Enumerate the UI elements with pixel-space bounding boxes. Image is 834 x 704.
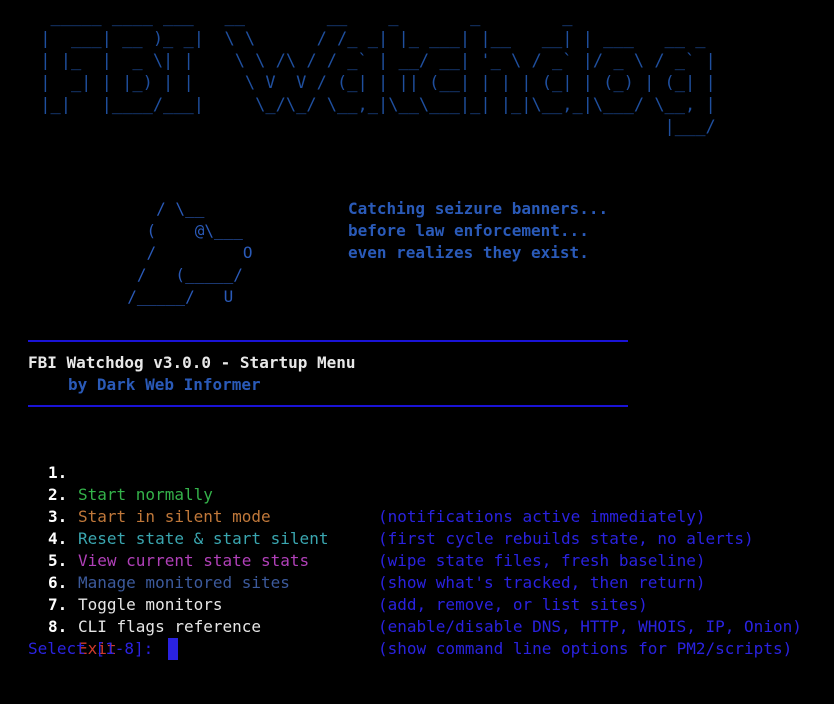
menu-bottom-divider xyxy=(28,405,628,407)
menu-item-cli-flags[interactable]: 7. CLI flags reference (show command lin… xyxy=(48,572,834,658)
startup-menu-list: 1. Start normally (notifications active … xyxy=(48,440,834,658)
selection-prompt: Select [1-8]: xyxy=(28,639,163,658)
menu-item-exit[interactable]: 8. Exit xyxy=(48,594,834,658)
terminal-window: _____ ____ ___ __ __ _ _ _ | ___| __ )_ … xyxy=(0,0,834,669)
ascii-dog-art: / \__ ( @\___ / O / (_____/ /_____/ U xyxy=(127,199,253,306)
menu-top-divider xyxy=(28,340,628,342)
input-cursor[interactable] xyxy=(168,638,178,660)
ascii-banner-logo: _____ ____ ___ __ __ _ _ _ | ___| __ )_ … xyxy=(40,7,716,137)
menu-item-toggle-monitors[interactable]: 6. Toggle monitors (enable/disable DNS, … xyxy=(48,550,834,636)
menu-item-reset-state[interactable]: 3. Reset state & start silent (wipe stat… xyxy=(48,484,834,570)
menu-byline: by Dark Web Informer xyxy=(68,375,261,394)
tagline-line-2: before law enforcement... xyxy=(348,221,589,240)
menu-title: FBI Watchdog v3.0.0 - Startup Menu xyxy=(28,353,356,372)
menu-item-description: (enable/disable DNS, HTTP, WHOIS, IP, On… xyxy=(378,617,802,636)
menu-item-start-normally[interactable]: 1. Start normally (notifications active … xyxy=(48,440,834,526)
menu-item-manage-sites[interactable]: 5. Manage monitored sites (add, remove, … xyxy=(48,528,834,614)
tagline-line-1: Catching seizure banners... xyxy=(348,199,609,218)
menu-item-number: 8. xyxy=(48,617,68,636)
tagline-line-3: even realizes they exist. xyxy=(348,243,589,262)
menu-item-view-stats[interactable]: 4. View current state stats (show what's… xyxy=(48,506,834,592)
tagline: Catching seizure banners... before law e… xyxy=(348,198,608,264)
menu-item-description: (show command line options for PM2/scrip… xyxy=(378,639,793,658)
menu-item-start-silent[interactable]: 2. Start in silent mode (first cycle reb… xyxy=(48,462,834,548)
